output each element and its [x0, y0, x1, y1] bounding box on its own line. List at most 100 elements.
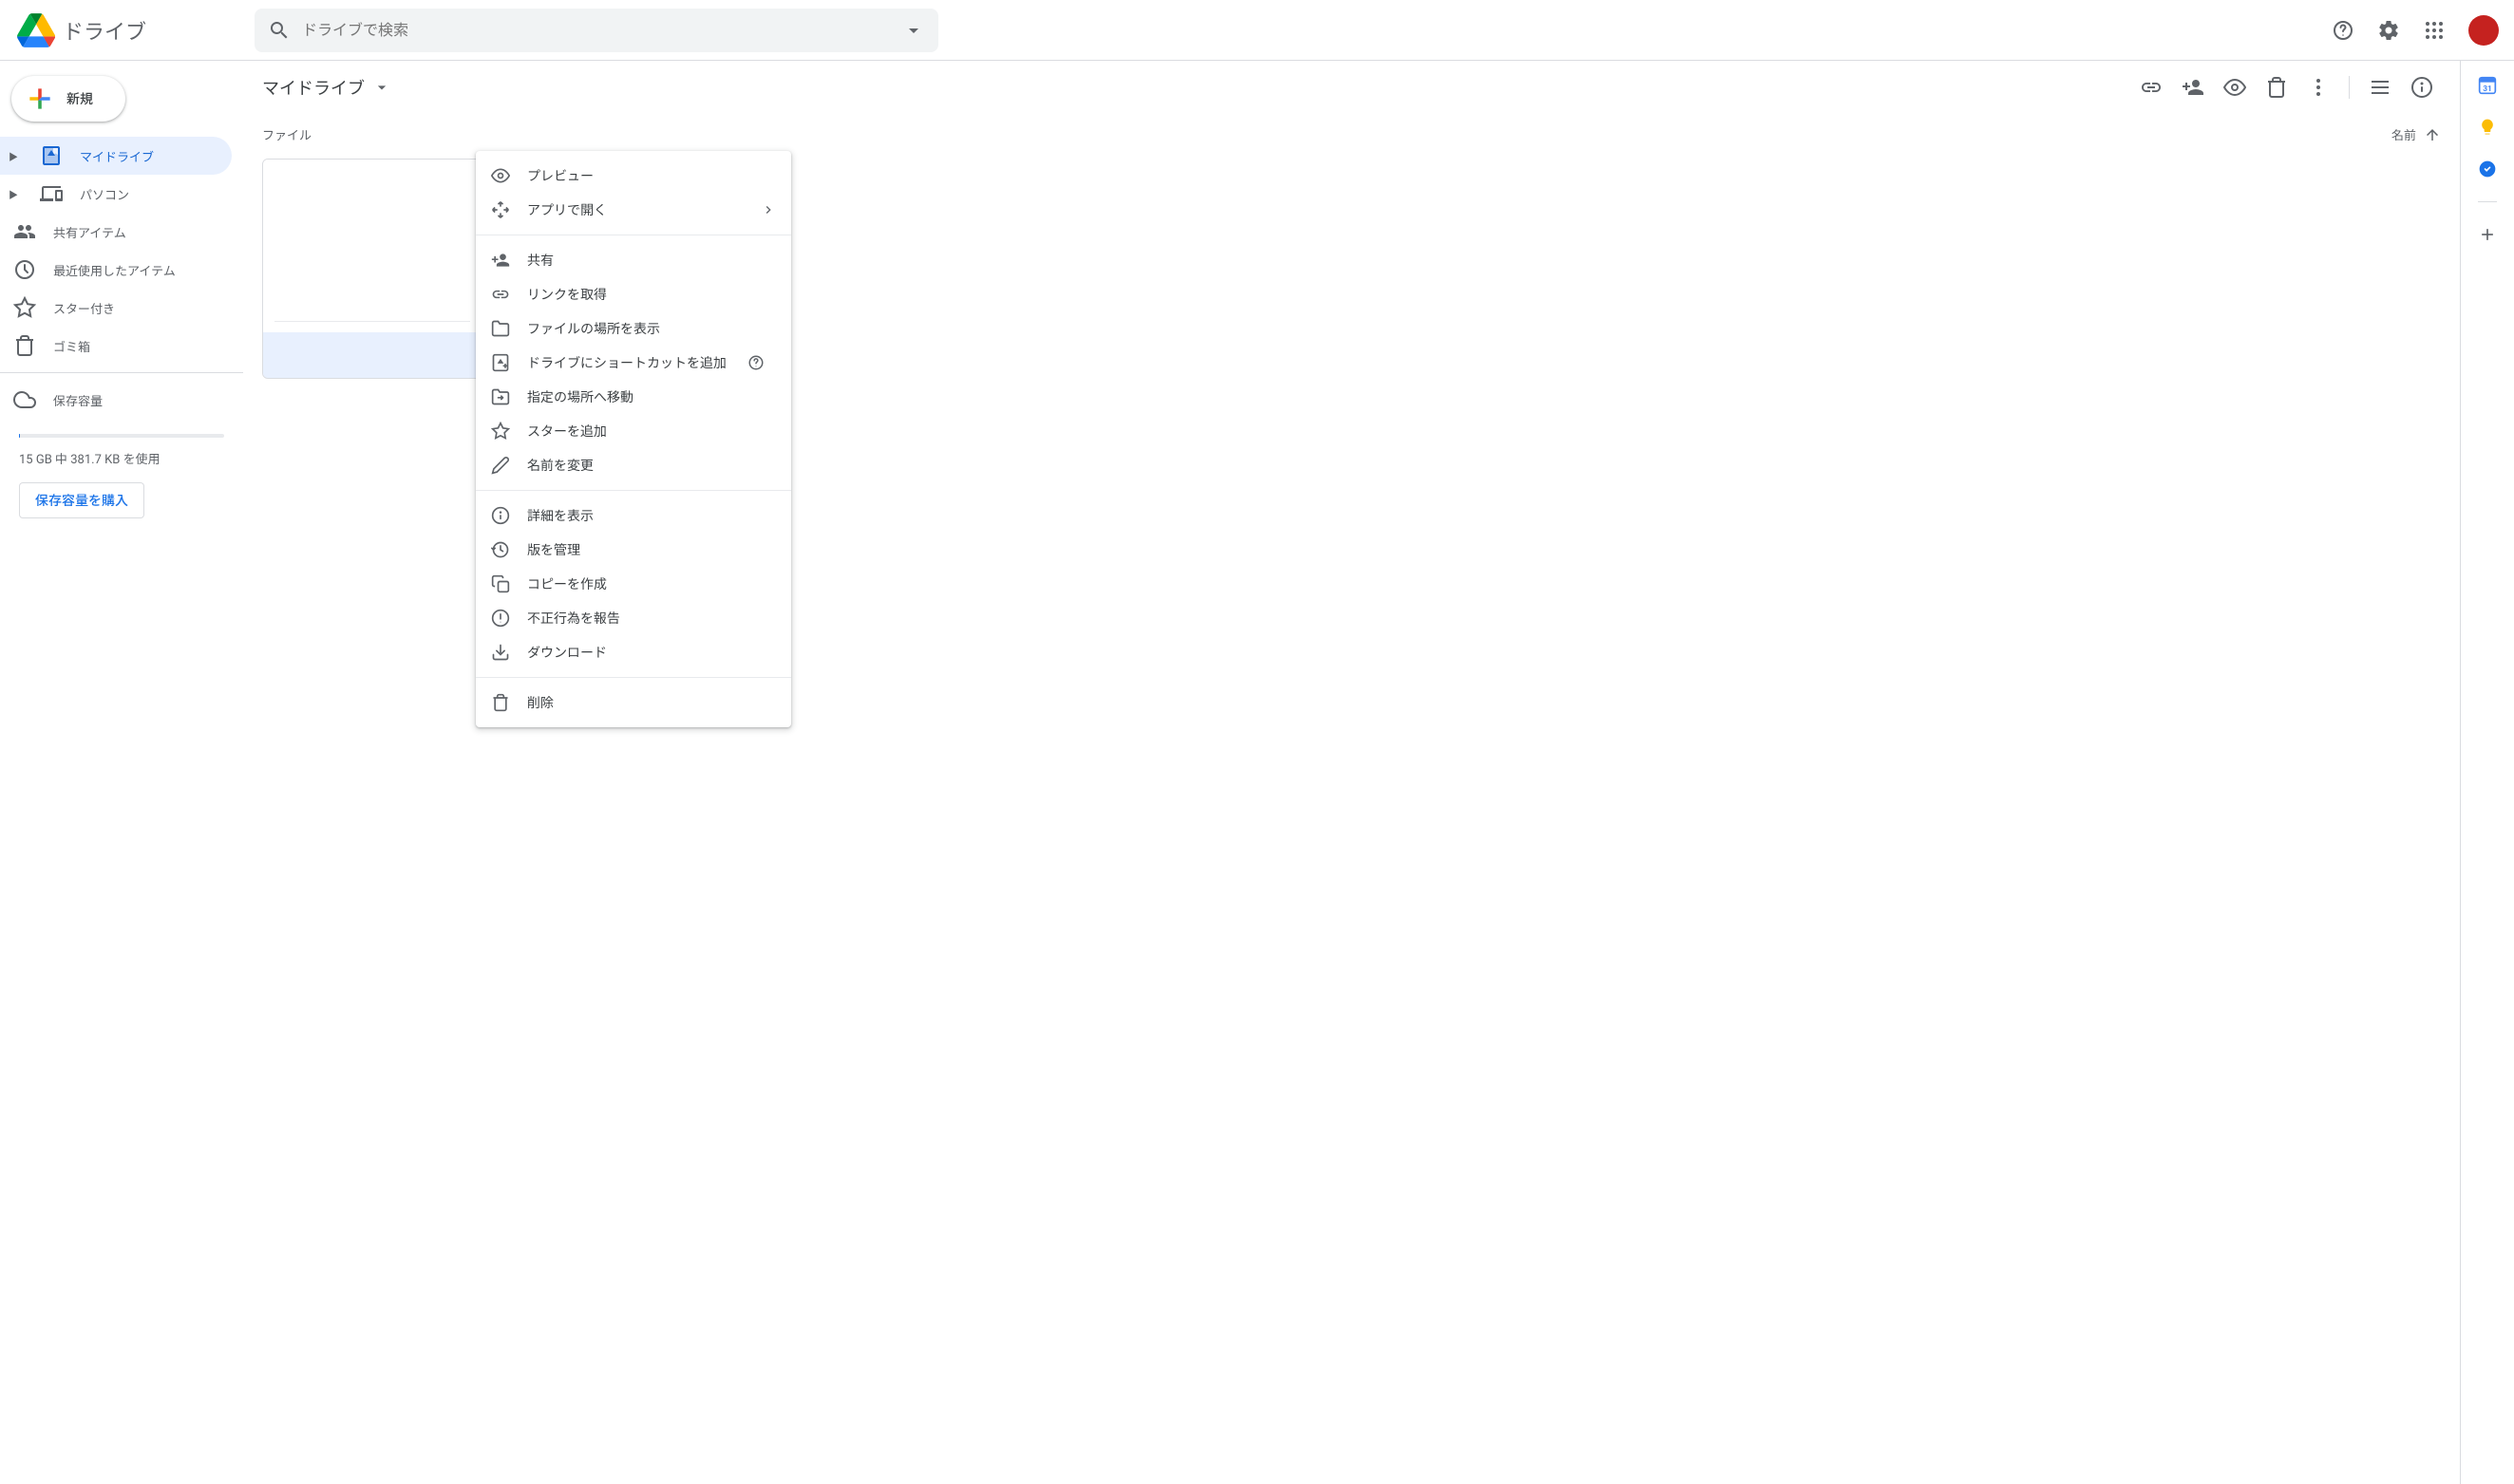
expand-icon[interactable]: ▶: [4, 149, 23, 163]
expand-icon[interactable]: ▶: [4, 187, 23, 201]
ctx-label: アプリで開く: [527, 200, 607, 219]
calendar-app-icon[interactable]: 31: [2478, 76, 2497, 95]
sidebar-item-label: マイドライブ: [80, 147, 154, 165]
view-list-button[interactable]: [2361, 68, 2399, 106]
sidebar-item-recent[interactable]: 最近使用したアイテム: [0, 251, 232, 289]
file-footer: [263, 332, 482, 378]
ctx-label: リンクを取得: [527, 285, 607, 304]
apps-button[interactable]: [2415, 11, 2453, 49]
ctx-share[interactable]: 共有: [476, 243, 791, 277]
ctx-label: 指定の場所へ移動: [527, 387, 633, 406]
ctx-get-link[interactable]: リンクを取得: [476, 277, 791, 311]
file-thumbnail: [263, 160, 482, 330]
help-icon: [747, 354, 765, 371]
view-details-button[interactable]: [2403, 68, 2441, 106]
section-header: ファイル 名前: [243, 114, 2460, 151]
sidebar-item-mydrive[interactable]: ▶ マイドライブ: [0, 137, 232, 175]
divider: [476, 490, 791, 491]
alert-icon: [491, 609, 510, 628]
ctx-label: ファイルの場所を表示: [527, 319, 660, 338]
sidebar-item-computers[interactable]: ▶ パソコン: [0, 175, 232, 213]
user-avatar[interactable]: [2468, 15, 2499, 46]
sidebar-item-storage[interactable]: 保存容量: [0, 381, 232, 419]
ctx-make-copy[interactable]: コピーを作成: [476, 567, 791, 601]
file-grid: プレビュー アプリで開く 共有 リンクを取得 フ: [243, 151, 2460, 386]
ctx-label: ドライブにショートカットを追加: [527, 353, 727, 372]
person-add-icon: [491, 251, 510, 270]
buy-storage-button[interactable]: 保存容量を購入: [19, 482, 144, 518]
breadcrumb[interactable]: マイドライブ: [262, 75, 391, 100]
arrow-up-icon: [2424, 126, 2441, 143]
ctx-rename[interactable]: 名前を変更: [476, 448, 791, 482]
link-icon: [491, 285, 510, 304]
tasks-app-icon[interactable]: [2478, 160, 2497, 178]
move-icon: [491, 387, 510, 406]
info-icon: [491, 506, 510, 525]
context-menu: プレビュー アプリで開く 共有 リンクを取得 フ: [476, 151, 791, 727]
shared-icon: [13, 220, 36, 243]
sidebar-item-label: ゴミ箱: [53, 337, 90, 355]
ctx-view-details[interactable]: 詳細を表示: [476, 498, 791, 533]
folder-icon: [491, 319, 510, 338]
ctx-open-with[interactable]: アプリで開く: [476, 193, 791, 227]
sidebar-item-trash[interactable]: ゴミ箱: [0, 327, 232, 365]
drive-logo-icon: [17, 11, 55, 49]
search-input[interactable]: [302, 21, 891, 39]
side-panel: 31: [2461, 61, 2514, 1484]
logo-area: ドライブ: [8, 11, 255, 49]
add-app-icon[interactable]: [2478, 225, 2497, 244]
new-button-label: 新規: [66, 89, 93, 108]
sidebar-item-starred[interactable]: スター付き: [0, 289, 232, 327]
breadcrumb-label: マイドライブ: [262, 75, 365, 100]
body: 新規 ▶ マイドライブ ▶ パソコン 共有アイテム 最近使用したアイテム スター…: [0, 61, 2514, 1484]
share-button[interactable]: [2174, 68, 2212, 106]
sidebar-item-label: パソコン: [80, 185, 129, 203]
ctx-preview[interactable]: プレビュー: [476, 159, 791, 193]
sort-button[interactable]: 名前: [2391, 125, 2441, 143]
search-options-icon[interactable]: [902, 19, 925, 42]
cloud-icon: [13, 388, 36, 411]
search-icon: [268, 19, 291, 42]
more-actions-button[interactable]: [2299, 68, 2337, 106]
star-icon: [491, 422, 510, 441]
sidebar-item-label: 最近使用したアイテム: [53, 261, 176, 279]
ctx-label: ダウンロード: [527, 643, 607, 662]
sidebar-item-label: 共有アイテム: [53, 223, 126, 241]
download-icon: [491, 643, 510, 662]
file-card[interactable]: [262, 159, 482, 379]
preview-button[interactable]: [2216, 68, 2254, 106]
ctx-label: 共有: [527, 251, 554, 270]
settings-button[interactable]: [2370, 11, 2408, 49]
delete-button[interactable]: [2258, 68, 2296, 106]
header: ドライブ: [0, 0, 2514, 61]
ctx-move-to[interactable]: 指定の場所へ移動: [476, 380, 791, 414]
computers-icon: [40, 182, 63, 205]
ctx-add-shortcut[interactable]: ドライブにショートカットを追加: [476, 346, 791, 380]
ctx-add-star[interactable]: スターを追加: [476, 414, 791, 448]
sidebar-item-label: スター付き: [53, 299, 115, 317]
new-button[interactable]: 新規: [11, 76, 125, 122]
ctx-remove[interactable]: 削除: [476, 686, 791, 720]
support-button[interactable]: [2324, 11, 2362, 49]
ctx-label: プレビュー: [527, 166, 594, 185]
ctx-show-location[interactable]: ファイルの場所を表示: [476, 311, 791, 346]
mydrive-icon: [40, 144, 63, 167]
get-link-button[interactable]: [2132, 68, 2170, 106]
search-box[interactable]: [255, 9, 938, 52]
toolbar-actions: [2132, 68, 2441, 106]
dropdown-icon: [372, 78, 391, 97]
ctx-label: 版を管理: [527, 540, 580, 559]
ctx-download[interactable]: ダウンロード: [476, 635, 791, 669]
ctx-report-abuse[interactable]: 不正行為を報告: [476, 601, 791, 635]
ctx-label: 詳細を表示: [527, 506, 594, 525]
section-title: ファイル: [262, 125, 312, 143]
sort-label: 名前: [2391, 125, 2416, 143]
trash-icon: [13, 334, 36, 357]
eye-icon: [491, 166, 510, 185]
ctx-manage-versions[interactable]: 版を管理: [476, 533, 791, 567]
app-title: ドライブ: [63, 15, 146, 46]
divider: [0, 372, 243, 373]
sidebar-item-shared[interactable]: 共有アイテム: [0, 213, 232, 251]
toolbar: マイドライブ: [243, 61, 2460, 114]
keep-app-icon[interactable]: [2478, 118, 2497, 137]
